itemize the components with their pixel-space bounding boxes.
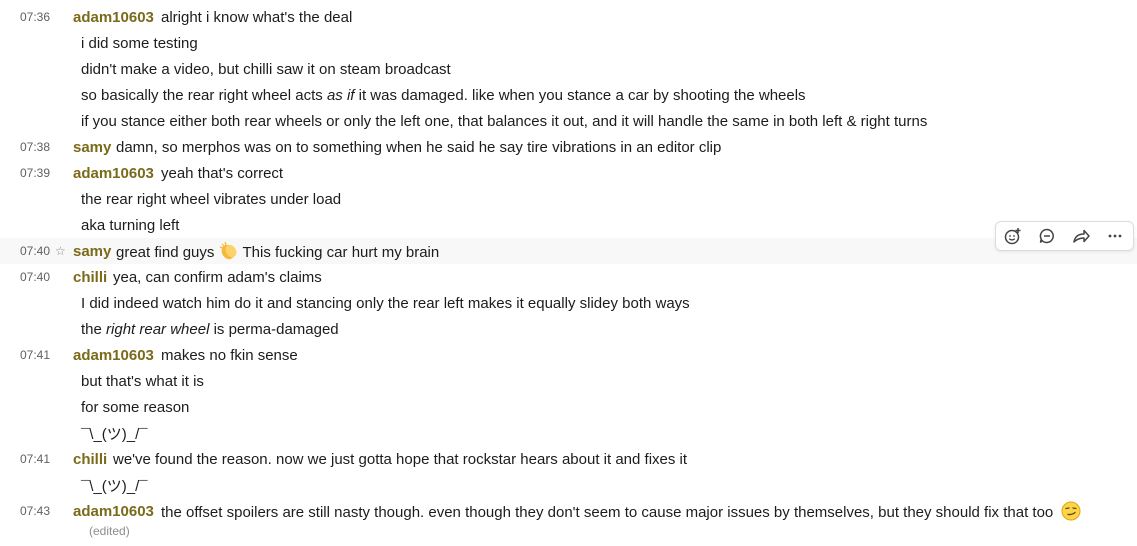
message-text: aka turning left xyxy=(81,216,180,234)
message-feed: 07:36 adam10603 alright i know what's th… xyxy=(0,0,1137,546)
message[interactable]: 07:40 ☆ samy great find guys This fuckin… xyxy=(0,238,1137,264)
message[interactable]: the right rear wheel is perma-damaged xyxy=(0,316,1137,342)
add-reaction-button[interactable] xyxy=(996,222,1030,250)
share-icon xyxy=(1073,229,1090,243)
smirk-face-icon xyxy=(1061,501,1081,521)
message-text: ¯\_(ツ)_/¯ xyxy=(81,477,148,495)
timestamp[interactable]: 07:40 xyxy=(20,270,60,284)
message-text: yea, can confirm adam's claims xyxy=(113,268,322,286)
edited-label: (edited) xyxy=(89,524,130,538)
message[interactable]: 07:36 adam10603 alright i know what's th… xyxy=(0,4,1137,30)
timestamp[interactable]: 07:39 xyxy=(20,166,60,180)
timestamp[interactable]: 07:41 xyxy=(20,452,60,466)
reply-thread-button[interactable] xyxy=(1030,222,1064,250)
message-text: didn't make a video, but chilli saw it o… xyxy=(81,60,451,78)
message[interactable]: aka turning left xyxy=(0,212,1137,238)
message[interactable]: i did some testing xyxy=(0,30,1137,56)
message-actions-toolbar xyxy=(995,221,1134,251)
message[interactable]: ¯\_(ツ)_/¯ xyxy=(0,420,1137,446)
clapping-hands-icon xyxy=(219,241,236,260)
message-text: if you stance either both rear wheels or… xyxy=(81,112,928,130)
message-text: so basically the rear right wheel acts a… xyxy=(81,86,806,104)
timestamp[interactable]: 07:36 xyxy=(20,10,60,24)
message[interactable]: if you stance either both rear wheels or… xyxy=(0,108,1137,134)
message-text: makes no fkin sense xyxy=(161,346,298,364)
timestamp[interactable]: 07:38 xyxy=(20,140,60,154)
message-text: i did some testing xyxy=(81,34,198,52)
message-text: alright i know what's the deal xyxy=(161,8,353,26)
more-actions-icon xyxy=(1108,234,1122,238)
message-text: yeah that's correct xyxy=(161,164,284,182)
message[interactable]: I did indeed watch him do it and stancin… xyxy=(0,290,1137,316)
timestamp[interactable]: 07:41 xyxy=(20,348,60,362)
message-text: ¯\_(ツ)_/¯ xyxy=(81,425,148,443)
message-text: we've found the reason. now we just gott… xyxy=(113,450,688,468)
message[interactable]: ¯\_(ツ)_/¯ xyxy=(0,472,1137,498)
reply-in-thread-icon xyxy=(1039,228,1054,244)
message-text: but that's what it is xyxy=(81,372,204,390)
author-name[interactable]: samy xyxy=(73,243,111,260)
message[interactable]: 07:41 adam10603 makes no fkin sense xyxy=(0,342,1137,368)
timestamp[interactable]: 07:40 xyxy=(20,244,60,258)
message[interactable]: so basically the rear right wheel acts a… xyxy=(0,82,1137,108)
message-text: the right rear wheel is perma-damaged xyxy=(81,320,339,338)
author-name[interactable]: chilli xyxy=(73,269,107,286)
message[interactable]: the rear right wheel vibrates under load xyxy=(0,186,1137,212)
message-text: for some reason xyxy=(81,398,190,416)
message-text: I did indeed watch him do it and stancin… xyxy=(81,294,690,312)
message[interactable]: 07:40 chilli yea, can confirm adam's cla… xyxy=(0,264,1137,290)
author-name[interactable]: adam10603 xyxy=(73,9,154,26)
message[interactable]: 07:38 samy damn, so merphos was on to so… xyxy=(0,134,1137,160)
author-name[interactable]: adam10603 xyxy=(73,165,154,182)
message[interactable]: 07:43 adam10603 the offset spoilers are … xyxy=(0,498,1137,524)
message[interactable]: 07:41 chilli we've found the reason. now… xyxy=(0,446,1137,472)
author-name[interactable]: chilli xyxy=(73,451,107,468)
message[interactable]: for some reason xyxy=(0,394,1137,420)
message[interactable]: didn't make a video, but chilli saw it o… xyxy=(0,56,1137,82)
message-text: great find guys This fucking car hurt my… xyxy=(116,241,439,261)
add-reaction-icon xyxy=(1004,228,1021,245)
timestamp[interactable]: 07:43 xyxy=(20,504,60,518)
more-actions-button[interactable] xyxy=(1098,222,1132,250)
share-button[interactable] xyxy=(1064,222,1098,250)
message-text: the offset spoilers are still nasty thou… xyxy=(161,501,1081,521)
message[interactable]: 07:39 adam10603 yeah that's correct xyxy=(0,160,1137,186)
author-name[interactable]: adam10603 xyxy=(73,347,154,364)
message-text: the rear right wheel vibrates under load xyxy=(81,190,342,208)
message[interactable]: but that's what it is xyxy=(0,368,1137,394)
star-icon[interactable]: ☆ xyxy=(55,244,66,258)
message-text: damn, so merphos was on to something whe… xyxy=(116,138,722,156)
author-name[interactable]: adam10603 xyxy=(73,503,154,520)
author-name[interactable]: samy xyxy=(73,139,111,156)
